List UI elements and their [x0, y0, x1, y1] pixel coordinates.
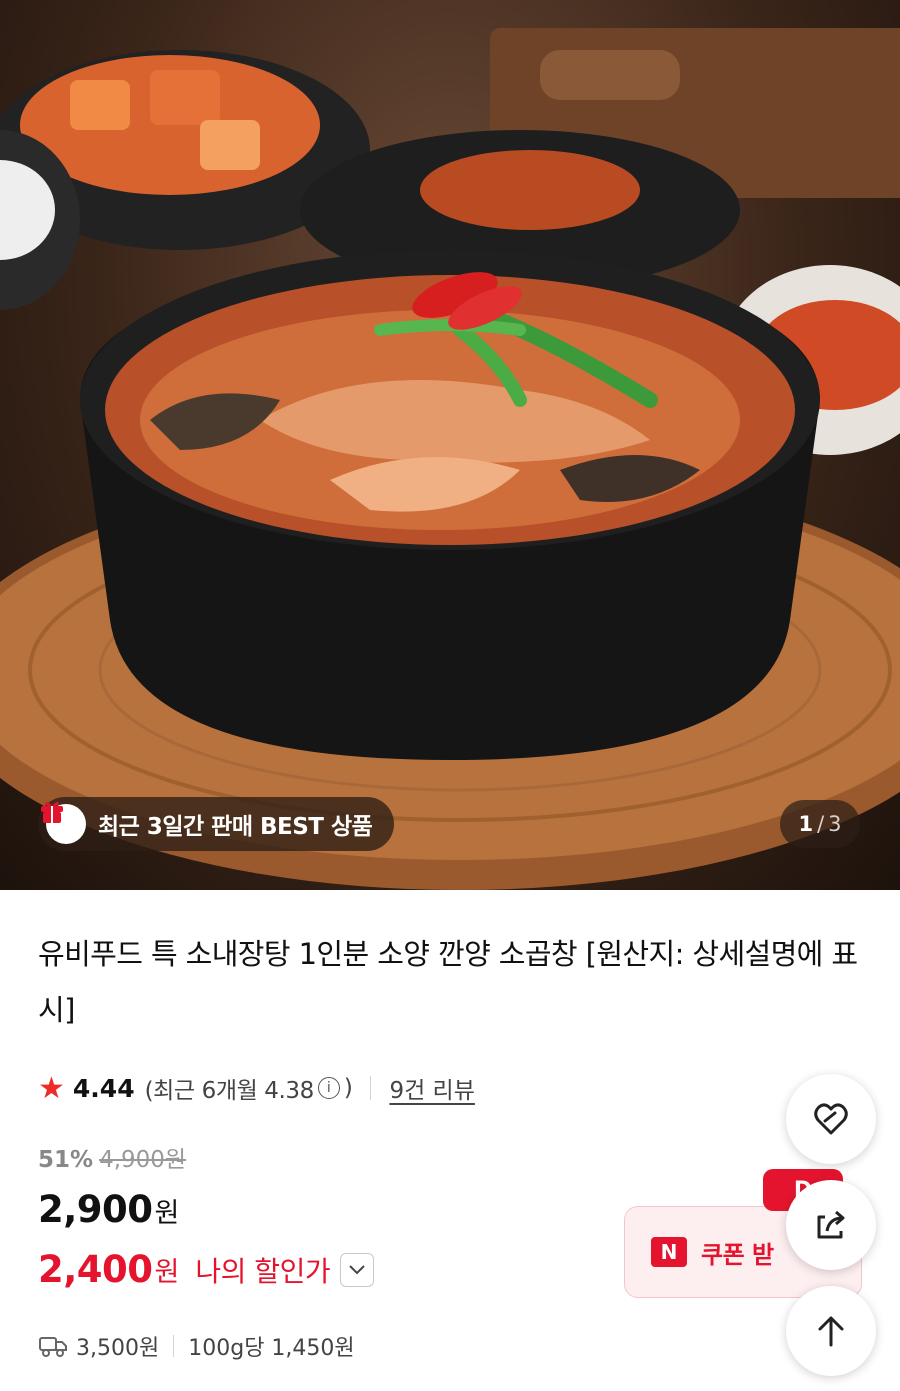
best-seller-badge: 최근 3일간 판매 BEST 상품 — [38, 797, 395, 851]
my-price-unit: 원 — [154, 1257, 180, 1288]
my-discount-price[interactable]: 2,400 원 나의 할인가 — [38, 1248, 375, 1291]
recent-rating-close: ) — [343, 1075, 353, 1101]
shipping-row: 3,500원 100g당 1,450원 — [38, 1328, 355, 1364]
star-icon: ★ — [38, 1070, 65, 1106]
discount-rate: 51% — [38, 1147, 94, 1173]
original-price: 4,900원 — [99, 1147, 187, 1173]
image-counter: 1 / 3 — [780, 800, 860, 848]
info-icon[interactable]: i — [317, 1077, 340, 1099]
like-button[interactable] — [786, 1074, 876, 1164]
shipping-fee: 3,500원 — [76, 1336, 160, 1361]
image-counter-current: 1 — [798, 812, 814, 836]
naver-logo-icon: N — [651, 1237, 687, 1267]
image-counter-separator: / — [817, 812, 825, 836]
discount-row: 51% 4,900원 — [38, 1140, 186, 1174]
divider — [370, 1076, 372, 1100]
rating-score: 4.44 — [72, 1073, 135, 1103]
chevron-down-icon[interactable] — [340, 1252, 375, 1287]
gift-icon — [41, 801, 86, 844]
scroll-top-button[interactable] — [786, 1286, 876, 1376]
arrow-up-icon — [813, 1313, 849, 1349]
sale-price-unit: 원 — [154, 1198, 180, 1229]
image-counter-total: 3 — [828, 812, 842, 836]
share-icon — [811, 1205, 851, 1245]
truck-icon — [38, 1334, 68, 1358]
product-photo — [0, 28, 900, 890]
share-button[interactable] — [786, 1180, 876, 1270]
review-count-link[interactable]: 9건 리뷰 — [389, 1071, 474, 1105]
sale-price: 2,900 원 — [38, 1188, 179, 1231]
coupon-label: 쿠폰 받 — [701, 1240, 774, 1269]
sale-price-value: 2,900 — [38, 1188, 153, 1231]
product-title: 유비푸드 특 소내장탕 1인분 소양 깐양 소곱창 [원산지: 상세설명에 표시… — [38, 937, 858, 1027]
best-seller-text: 최근 3일간 판매 BEST 상품 — [98, 814, 373, 840]
unit-price: 100g당 1,450원 — [188, 1336, 355, 1361]
my-price-label: 나의 할인가 — [195, 1254, 331, 1288]
rating-row: ★ 4.44 (최근 6개월 4.38 i ) 9건 리뷰 — [38, 1068, 475, 1108]
recent-rating: (최근 6개월 4.38 — [144, 1078, 315, 1104]
divider — [173, 1335, 175, 1357]
my-price-value: 2,400 — [38, 1248, 153, 1291]
product-image[interactable]: 최근 3일간 판매 BEST 상품 1 / 3 — [0, 0, 900, 890]
heart-icon — [811, 1099, 851, 1139]
